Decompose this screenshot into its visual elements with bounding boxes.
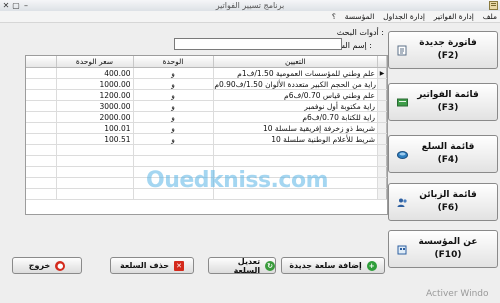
invoice-list-key: (F3) <box>437 103 459 113</box>
menu-help[interactable]: ؟ <box>329 11 339 22</box>
watermark: Ouedkniss.com <box>146 168 329 193</box>
goods-list-key: (F4) <box>437 155 459 165</box>
invoice-list-icon <box>397 98 408 107</box>
menu-bar: ملف إدارة الفواتير إدارة الجداول المؤسسة… <box>0 11 500 23</box>
exit-label: خروج <box>28 261 51 270</box>
add-item-button[interactable]: + إضافة سلعة جديدة <box>281 257 385 274</box>
cell-unit[interactable]: و <box>133 111 214 123</box>
delete-x-icon: ✕ <box>174 260 184 271</box>
plus-icon: + <box>366 260 377 271</box>
exit-button[interactable]: ● خروج <box>12 257 82 274</box>
edit-item-label: تعديل السلعة <box>233 256 261 275</box>
table-row[interactable]: 100.01 و شريط ذو زخرفة إفريقية سلسلة 10 <box>26 122 387 134</box>
cell-unit[interactable]: و <box>133 67 214 79</box>
edit-item-button[interactable]: ↻ تعديل السلعة <box>208 256 276 275</box>
menu-file[interactable]: ملف <box>480 11 500 22</box>
invoice-list-button[interactable]: قائمة الفواتير (F3) <box>388 83 498 121</box>
table-row[interactable]: 100.51 و شريط للأعلام الوطنية سلسلة 10 <box>26 133 387 145</box>
table-corner <box>26 56 57 68</box>
goods-list-label: قائمة السلع <box>421 142 475 152</box>
add-item-label: إضافة سلعة جديدة <box>289 261 362 270</box>
cell-price[interactable]: 1000.00 <box>56 78 134 90</box>
cell-price[interactable]: 100.01 <box>56 122 134 134</box>
search-tools-label: أدوات البحث : <box>336 28 384 37</box>
table-row[interactable]: 3000.00 و راية مكتوبة أول نوفمبر <box>26 100 387 112</box>
current-row-indicator-icon: ▶ <box>377 67 387 79</box>
cell-name[interactable]: علم وطني قياس 0.70/ف6م <box>213 89 378 101</box>
windows-activation-text: Activer Windo <box>426 289 489 299</box>
table-row <box>26 144 387 156</box>
table-row[interactable]: 1000.00 و راية من الحجم الكبير متعددة ال… <box>26 78 387 90</box>
cell-price[interactable]: 1200.00 <box>56 89 134 101</box>
cell-price[interactable]: 3000.00 <box>56 100 134 112</box>
customers-list-button[interactable]: قائمة الزبائن (F6) <box>388 183 498 221</box>
new-invoice-icon <box>397 45 407 56</box>
item-name-search-input[interactable] <box>174 38 342 50</box>
refresh-icon: ↻ <box>265 260 275 271</box>
delete-item-button[interactable]: ✕ حذف السلعة <box>110 257 194 274</box>
goods-list-button[interactable]: قائمة السلع (F4) <box>388 135 498 173</box>
cell-name[interactable]: علم وطني للمؤسسات العمومية 1.50/ف1م <box>213 67 378 79</box>
table-row[interactable]: 2000.00 و راية للكتابة 0.70/ف6م <box>26 111 387 123</box>
about-company-label: عن المؤسسة <box>418 237 478 247</box>
row-selector[interactable] <box>377 133 387 145</box>
cell-name[interactable]: راية من الحجم الكبير متعددة الألوان 1.50… <box>213 78 378 90</box>
cell-price[interactable]: 400.00 <box>56 67 134 79</box>
menu-company[interactable]: المؤسسة <box>342 11 378 22</box>
new-invoice-label: فاتورة جديدة <box>419 38 477 48</box>
table-row[interactable]: 400.00 و علم وطني للمؤسسات العمومية 1.50… <box>26 67 387 79</box>
close-circle-icon: ● <box>55 260 66 271</box>
cell-unit[interactable]: و <box>133 78 214 90</box>
table-row <box>26 155 387 167</box>
new-invoice-button[interactable]: فاتورة جديدة (F2) <box>388 31 498 69</box>
header-unit[interactable]: الوحدة <box>133 56 214 68</box>
header-name[interactable]: التعيين <box>213 56 378 68</box>
cell-name[interactable]: راية للكتابة 0.70/ف6م <box>213 111 378 123</box>
cell-unit[interactable]: و <box>133 89 214 101</box>
customers-list-key: (F6) <box>437 203 459 213</box>
app-icon <box>489 1 498 10</box>
app-window: ✕ ▢ – برنامج تسيير الفواتير ملف إدارة ال… <box>0 0 500 303</box>
cell-name[interactable]: شريط للأعلام الوطنية سلسلة 10 <box>213 133 378 145</box>
cell-unit[interactable]: و <box>133 122 214 134</box>
cell-name[interactable]: راية مكتوبة أول نوفمبر <box>213 100 378 112</box>
row-selector[interactable] <box>377 89 387 101</box>
invoice-list-label: قائمة الفواتير <box>417 90 479 100</box>
goods-list-icon <box>397 151 408 159</box>
row-selector[interactable] <box>377 78 387 90</box>
row-header-corner <box>377 56 387 68</box>
cell-unit[interactable]: و <box>133 133 214 145</box>
company-icon <box>397 245 407 255</box>
row-selector[interactable] <box>377 122 387 134</box>
row-selector[interactable] <box>377 100 387 112</box>
window-title: برنامج تسيير الفواتير <box>215 1 285 10</box>
delete-item-label: حذف السلعة <box>120 261 169 270</box>
customers-list-label: قائمة الزبائن <box>419 190 477 200</box>
goods-panel: أدوات البحث : إسم السلعة : سعر الوحدة ال… <box>4 28 388 300</box>
cell-name[interactable]: شريط ذو زخرفة إفريقية سلسلة 10 <box>213 122 378 134</box>
about-company-button[interactable]: عن المؤسسة (F10) <box>388 230 498 268</box>
new-invoice-key: (F2) <box>437 51 459 61</box>
menu-invoices[interactable]: إدارة الفواتير <box>431 11 477 22</box>
table-row[interactable]: 1200.00 و علم وطني قياس 0.70/ف6م <box>26 89 387 101</box>
cell-unit[interactable]: و <box>133 100 214 112</box>
customers-icon <box>397 198 407 207</box>
about-company-key: (F10) <box>434 250 462 260</box>
row-selector[interactable] <box>377 111 387 123</box>
cell-price[interactable]: 100.51 <box>56 133 134 145</box>
header-price[interactable]: سعر الوحدة <box>56 56 134 68</box>
menu-tables[interactable]: إدارة الجداول <box>380 11 428 22</box>
cell-price[interactable]: 2000.00 <box>56 111 134 123</box>
